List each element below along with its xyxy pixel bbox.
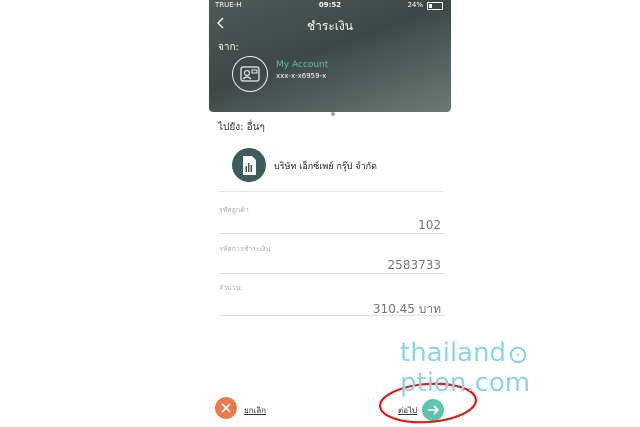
field-underline bbox=[219, 315, 445, 316]
customer-code-value[interactable]: 102 bbox=[418, 218, 441, 232]
field-underline bbox=[219, 273, 445, 274]
cancel-link[interactable]: ยกเลิก bbox=[244, 404, 266, 417]
page-indicator bbox=[324, 101, 336, 120]
account-card-icon bbox=[232, 56, 268, 92]
status-bar: TRUE-H 09:52 24% bbox=[209, 0, 451, 12]
watermark-left: thailand bbox=[400, 338, 506, 368]
from-label: จาก: bbox=[218, 42, 239, 53]
account-name[interactable]: My Account bbox=[276, 60, 328, 70]
yen-coin-icon: ¥ bbox=[509, 346, 527, 364]
biller-name: บริษัท เอ็กซ์เพย์ กรุ๊ป จำกัด bbox=[274, 162, 377, 172]
field-underline bbox=[219, 233, 445, 234]
amount-value[interactable]: 310.45 บาท bbox=[373, 300, 441, 319]
account-number: xxx-x-x6959-x bbox=[276, 72, 327, 80]
page-dot bbox=[331, 112, 335, 116]
bill-document-icon bbox=[232, 148, 266, 182]
page-title: ชำระเงิน bbox=[307, 19, 353, 33]
customer-code-label: รหัสลูกค้า bbox=[219, 206, 249, 214]
to-label: ไปยัง: อื่นๆ bbox=[218, 122, 265, 133]
battery-percent: 24% bbox=[407, 1, 423, 9]
page-dot-active bbox=[325, 112, 329, 116]
close-icon bbox=[221, 403, 231, 413]
payment-code-label: รหัสการชำระเงิน bbox=[219, 245, 271, 253]
battery-icon bbox=[427, 2, 443, 10]
cancel-button[interactable] bbox=[215, 397, 237, 419]
payment-code-value[interactable]: 2583733 bbox=[388, 258, 441, 272]
header-card: TRUE-H 09:52 24% ชำระเงิน จาก: My Accoun… bbox=[209, 0, 451, 116]
divider bbox=[219, 191, 444, 192]
watermark-right: ption.com bbox=[400, 368, 531, 398]
svg-text:¥: ¥ bbox=[516, 353, 520, 360]
amount-label: จำนวน: bbox=[219, 284, 243, 292]
